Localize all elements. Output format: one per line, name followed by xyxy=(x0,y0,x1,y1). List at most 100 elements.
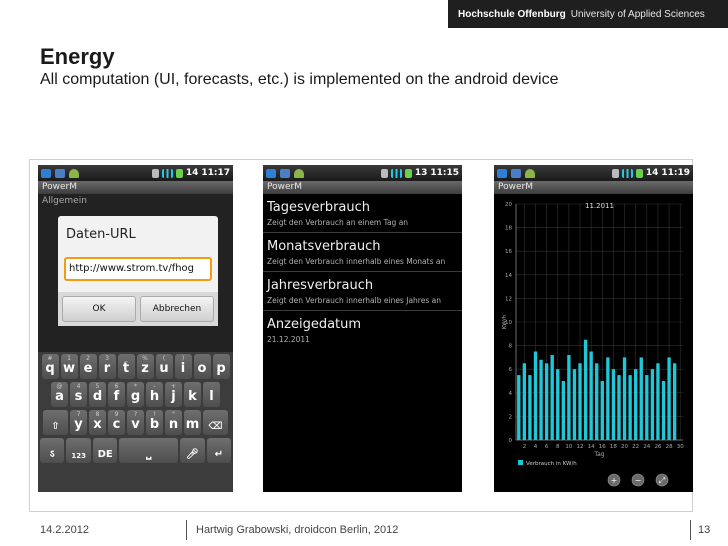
bar-day-13 xyxy=(583,339,588,440)
key-e[interactable]: 2e xyxy=(79,354,97,379)
bar-day-28 xyxy=(667,357,671,440)
key-j[interactable]: + j xyxy=(165,382,182,407)
x-tick-label: 18 xyxy=(610,444,617,450)
zoom-reset-icon-glyph: ⤢ xyxy=(658,476,665,485)
y-tick-label: 8 xyxy=(509,344,513,350)
key-label: d xyxy=(92,389,103,404)
key-q[interactable]: # q xyxy=(41,354,59,379)
key-alt-label: - xyxy=(153,383,156,390)
swype-key[interactable]: ऽ xyxy=(40,438,65,463)
consumption-chart: 0 2 4 6 8 10 12 14 16 18 20 2 4 6 8 10 12 14 16 18 20 22 24 26 2… xyxy=(494,194,693,492)
header-bar: Hochschule Offenburg University of Appli… xyxy=(448,0,728,28)
soft-keyboard: # q 1 w 2 e 3 r _ t% z(u) i o p @ a 4 s 5 d 6 f * g - h + j k l ⇧ 7y… xyxy=(38,352,233,492)
key-w[interactable]: 1w xyxy=(60,354,78,379)
key-l[interactable]: l xyxy=(203,382,220,407)
status-bar: 13 11:15 xyxy=(263,165,462,181)
key-m[interactable]: m xyxy=(184,410,201,435)
symbols-key[interactable]: 123 xyxy=(66,438,91,463)
key-d[interactable]: 5d xyxy=(89,382,106,407)
key-alt-label: ( xyxy=(162,355,166,362)
key-label: o xyxy=(197,361,207,376)
key-p[interactable]: p xyxy=(212,354,230,379)
key-k[interactable]: k xyxy=(184,382,201,407)
key-h[interactable]: -h xyxy=(146,382,163,407)
key-label: n xyxy=(168,417,179,432)
header-university: University of Applied Sciences xyxy=(570,8,705,20)
key-label: z xyxy=(141,361,149,376)
key-alt-label: _ xyxy=(124,355,128,362)
key-b[interactable]: ! b xyxy=(146,410,163,435)
key-label: l xyxy=(209,389,214,404)
key-label: j xyxy=(171,389,176,404)
app-title: PowerM xyxy=(494,181,693,194)
key-label: a xyxy=(55,389,64,404)
key-label: f xyxy=(113,389,120,404)
y-tick-label: 12 xyxy=(505,296,512,302)
menu-item-anzeigedatum[interactable]: Anzeigedatum 21.12.2011 xyxy=(263,311,462,350)
shift-key[interactable]: ⇧ xyxy=(43,410,68,435)
bar-day-8 xyxy=(556,369,560,440)
battery-level: 14 xyxy=(185,168,199,178)
usb-icon xyxy=(611,168,619,178)
key-label: r xyxy=(103,361,111,376)
bar-day-1 xyxy=(517,375,521,440)
backspace-key[interactable]: ⌫ xyxy=(203,410,228,435)
key-alt-label: 5 xyxy=(95,383,100,390)
key-r[interactable]: 3r xyxy=(98,354,116,379)
mic-key[interactable]: 🎤︎ xyxy=(180,438,205,463)
menu-item-desc: 21.12.2011 xyxy=(267,335,310,344)
key-v[interactable]: ? v xyxy=(127,410,144,435)
url-input[interactable]: http://www.strom.tv/fhog xyxy=(64,257,212,281)
home-icon xyxy=(497,168,507,178)
key-label: t xyxy=(122,361,130,376)
menu-item-title: Anzeigedatum xyxy=(267,317,362,332)
y-axis-label: KW/h xyxy=(502,314,508,329)
key-g[interactable]: * g xyxy=(127,382,144,407)
key-alt-label: # xyxy=(47,355,53,362)
menu-item-tagesverbrauch[interactable]: Tagesverbrauch Zeigt den Verbrauch an ei… xyxy=(263,194,462,233)
app-title: PowerM xyxy=(38,181,233,194)
x-tick-label: 10 xyxy=(565,444,572,450)
footer-author: Hartwig Grabowski, droidcon Berlin, 2012 xyxy=(196,524,399,536)
key-t[interactable]: _ t xyxy=(117,354,135,379)
space-key[interactable]: ⎵ xyxy=(119,438,179,463)
home-icon xyxy=(266,168,276,178)
x-tick-label: 8 xyxy=(556,444,560,450)
enter-key[interactable]: ↵ xyxy=(206,438,231,463)
menu-item-monatsverbrauch[interactable]: Monatsverbrauch Zeigt den Verbrauch inne… xyxy=(263,233,462,272)
key-o[interactable]: o xyxy=(193,354,211,379)
key-z[interactable]: % z xyxy=(136,354,154,379)
key-u[interactable]: (u xyxy=(155,354,173,379)
x-tick-label: 20 xyxy=(621,444,628,450)
key-alt-label: % xyxy=(142,355,148,362)
key-alt-label: 7 xyxy=(76,411,81,418)
menu-item-desc: Zeigt den Verbrauch innerhalb eines Mona… xyxy=(267,257,446,266)
y-tick-label: 20 xyxy=(505,202,512,208)
y-tick-label: 6 xyxy=(509,367,513,373)
key-label: u xyxy=(159,361,169,376)
header-org: Hochschule Offenburg xyxy=(458,8,566,20)
key-c[interactable]: 9c xyxy=(108,410,125,435)
x-tick-label: 4 xyxy=(534,444,538,450)
key-f[interactable]: 6f xyxy=(108,382,125,407)
key-label: h xyxy=(149,389,160,404)
bar-day-5 xyxy=(539,359,543,440)
key-i[interactable]: ) i xyxy=(174,354,192,379)
key-s[interactable]: 4s xyxy=(70,382,87,407)
signal-icon xyxy=(161,168,173,178)
phone-chart-screen: 14 11:19 PowerM 0 2 4 6 8 10 12 14 16 18 20 2 4 6 8 10 1… xyxy=(494,165,693,492)
menu-item-desc: Zeigt den Verbrauch innerhalb eines Jahr… xyxy=(267,296,441,305)
key-y[interactable]: 7y xyxy=(70,410,87,435)
bar-day-14 xyxy=(589,351,593,440)
key-label: b xyxy=(149,417,160,432)
slide-title: Energy xyxy=(40,44,115,69)
key-n[interactable]: " n xyxy=(165,410,182,435)
message-icon xyxy=(55,168,65,178)
menu-item-jahresverbrauch[interactable]: Jahresverbrauch Zeigt den Verbrauch inne… xyxy=(263,272,462,311)
key-a[interactable]: @ a xyxy=(51,382,68,407)
cancel-button[interactable]: Abbrechen xyxy=(140,296,214,322)
clock: 11:19 xyxy=(661,168,690,178)
key-x[interactable]: 8x xyxy=(89,410,106,435)
language-key[interactable]: DE xyxy=(92,438,118,463)
ok-button[interactable]: OK xyxy=(62,296,136,322)
